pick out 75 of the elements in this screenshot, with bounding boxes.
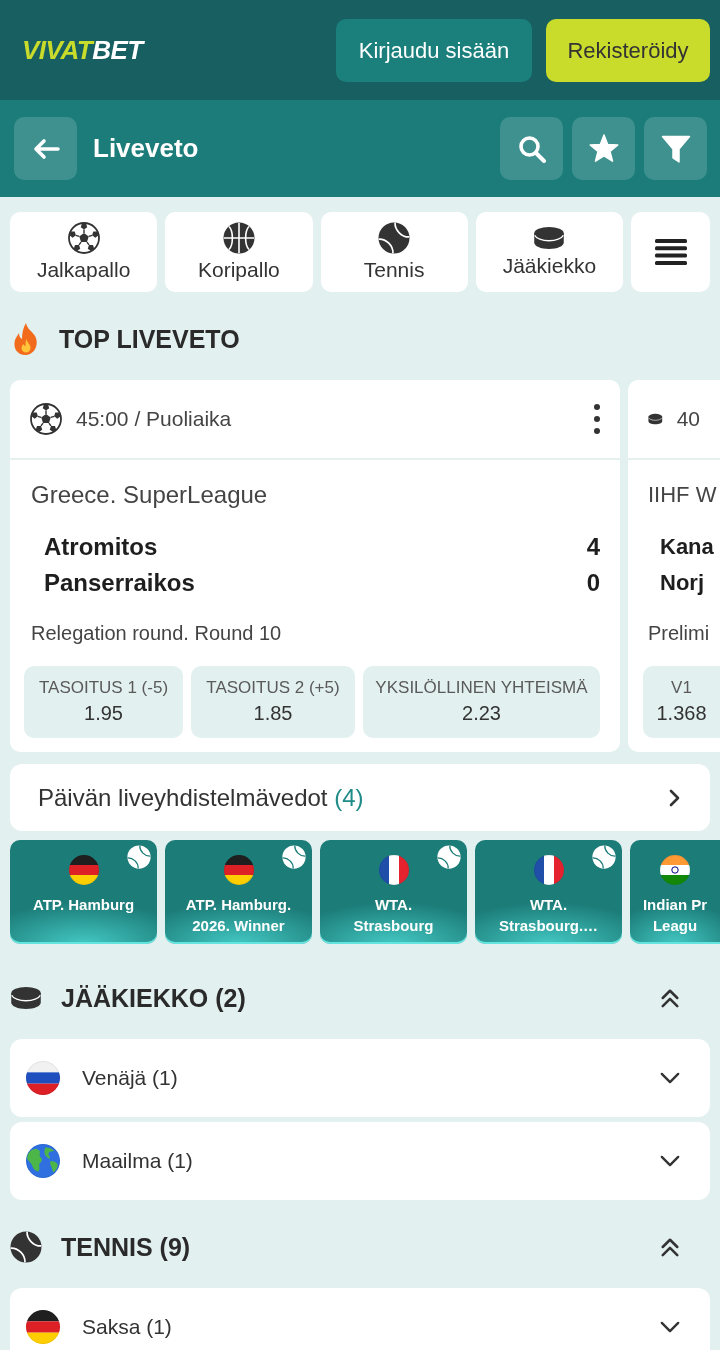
sport-tab[interactable]: Jalkapallo (10, 212, 158, 292)
tennis-ball-icon (378, 221, 411, 254)
league-name: IIHF W (648, 481, 718, 509)
chevron-down-icon[interactable] (660, 1155, 680, 1167)
register-button[interactable]: Rekisteröidy (546, 18, 710, 82)
page-title: Liveveto (93, 132, 199, 165)
germany-flag-icon (223, 855, 254, 885)
hockey-puck-icon (533, 225, 566, 250)
kebab-menu-icon[interactable] (594, 404, 600, 434)
sport-tab[interactable]: Jääkiekko (475, 212, 623, 292)
login-button[interactable]: Kirjaudu sisään (336, 18, 532, 82)
sport-tab[interactable]: Tennis (320, 212, 468, 292)
tennis-ball-icon (127, 845, 151, 869)
tournament-tile[interactable]: WTA. Strasbourg.… (475, 840, 622, 944)
search-icon (517, 134, 546, 163)
globe-icon (26, 1144, 60, 1178)
match-card[interactable]: 45:00 / Puoliaika Greece. SuperLeague Atromitos 4 Panserraikos 0 Relegation round. Round 10 TASOITUS 1 (-5) 1.95 TASOITUS 2 (+5) 1.85 YKSILÖLLINEN YHTEISMÄ 2.23 (10, 380, 620, 752)
logo[interactable]: VIVATBET (22, 35, 143, 65)
filter-icon (660, 134, 691, 163)
odds-button[interactable]: TASOITUS 2 (+5) 1.85 (191, 666, 355, 738)
tournament-tile[interactable]: WTA. Strasbourg (320, 840, 467, 944)
team-name: Kana (660, 533, 714, 561)
country-row[interactable]: Venäjä (1) (10, 1039, 710, 1117)
double-chevron-up-icon[interactable] (660, 988, 680, 1008)
sport-tab[interactable]: Koripallo (165, 212, 313, 292)
soccer-ball-icon (67, 221, 100, 254)
chevron-down-icon[interactable] (660, 1072, 680, 1084)
france-flag-icon (533, 855, 564, 885)
arrow-left-icon (31, 137, 60, 160)
country-row[interactable]: Saksa (1) (10, 1288, 710, 1350)
team-score: 0 (586, 568, 600, 598)
tournament-tile[interactable]: Indian Pr Leagu (630, 840, 720, 944)
round-name: Relegation round. Round 10 (31, 621, 283, 646)
germany-flag-icon (68, 855, 99, 885)
tennis-ball-icon (437, 845, 461, 869)
team-name: Panserraikos (44, 568, 195, 598)
league-name: Greece. SuperLeague (31, 480, 269, 510)
search-button[interactable] (500, 117, 563, 180)
double-chevron-up-icon[interactable] (660, 1237, 680, 1257)
country-row[interactable]: Maailma (1) (10, 1122, 710, 1200)
match-time: 40 (676, 406, 700, 433)
chevron-down-icon[interactable] (660, 1321, 680, 1333)
fire-icon (12, 322, 40, 356)
back-button[interactable] (14, 117, 77, 180)
match-card[interactable]: 40 IIHF W Kana Norj Prelimi V1 1.368 (628, 380, 720, 752)
russia-flag-icon (26, 1061, 60, 1095)
star-icon (588, 134, 619, 163)
odds-button[interactable]: TASOITUS 1 (-5) 1.95 (24, 666, 183, 738)
section-heading: TOP LIVEVETO (59, 324, 240, 354)
menu-icon (654, 239, 687, 265)
team-name: Atromitos (44, 532, 158, 562)
section-heading: TENNIS (9) (61, 1232, 191, 1262)
hockey-puck-icon (10, 986, 42, 1010)
soccer-ball-icon (30, 403, 62, 435)
india-flag-icon (660, 855, 690, 885)
combo-bets-link[interactable]: Päivän liveyhdistelmävedot (4) (10, 764, 710, 831)
favorites-button[interactable] (572, 117, 635, 180)
match-time: 45:00 / Puoliaika (76, 406, 232, 433)
filter-button[interactable] (644, 117, 707, 180)
tennis-ball-icon (592, 845, 616, 869)
chevron-right-icon (669, 788, 680, 807)
france-flag-icon (378, 855, 409, 885)
section-heading: JÄÄKIEKKO (2) (61, 983, 246, 1013)
tennis-ball-icon (10, 1231, 42, 1263)
round-name: Prelimi (648, 621, 711, 646)
odds-button[interactable]: V1 1.368 (643, 666, 720, 738)
tournament-tile[interactable]: ATP. Hamburg (10, 840, 157, 944)
tournament-tile[interactable]: ATP. Hamburg. 2026. Winner (165, 840, 312, 944)
team-score: 4 (586, 532, 600, 562)
germany-flag-icon (26, 1310, 60, 1344)
basketball-icon (222, 221, 255, 254)
team-name: Norj (660, 569, 704, 597)
tennis-ball-icon (282, 845, 306, 869)
menu-tab[interactable] (631, 212, 710, 292)
odds-button[interactable]: YKSILÖLLINEN YHTEISMÄ 2.23 (363, 666, 600, 738)
